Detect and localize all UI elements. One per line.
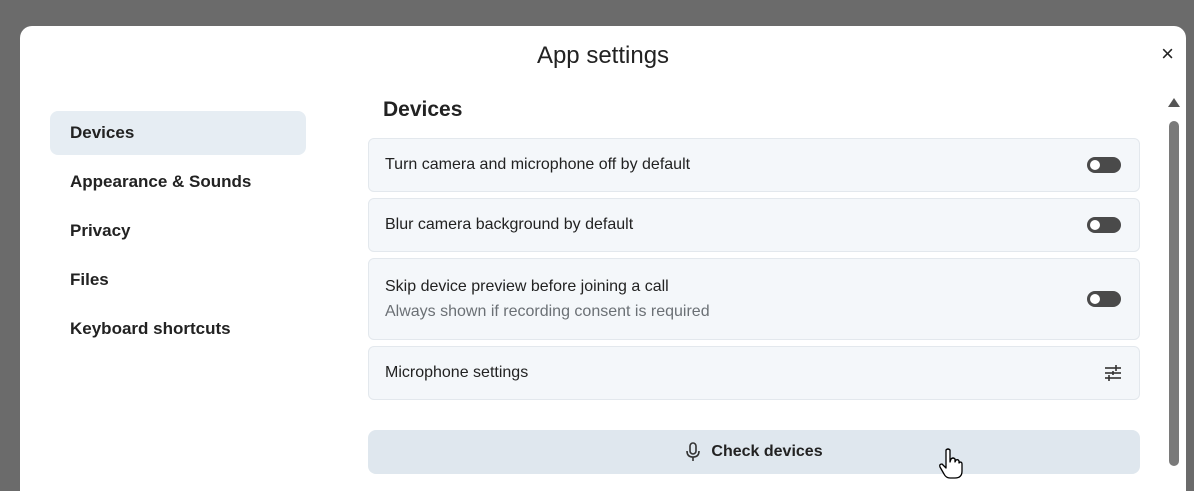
nav-item-privacy[interactable]: Privacy	[50, 209, 306, 253]
tune-icon[interactable]	[1103, 363, 1123, 383]
scroll-up-arrow-icon[interactable]	[1168, 98, 1180, 107]
setting-label: Blur camera background by default	[385, 216, 634, 233]
setting-label: Turn camera and microphone off by defaul…	[385, 156, 691, 173]
setting-blur-background[interactable]: Blur camera background by default	[368, 198, 1140, 252]
dialog-title: App settings	[536, 42, 670, 69]
nav-item-keyboard-shortcuts[interactable]: Keyboard shortcuts	[50, 307, 306, 351]
nav-item-appearance-sounds[interactable]: Appearance & Sounds	[50, 160, 306, 204]
check-devices-button[interactable]: Check devices	[368, 430, 1140, 474]
nav-item-files[interactable]: Files	[50, 258, 306, 302]
setting-sublabel: Always shown if recording consent is req…	[385, 302, 710, 320]
nav-item-devices[interactable]: Devices	[50, 111, 306, 155]
settings-nav: Devices Appearance & Sounds Privacy File…	[50, 111, 306, 356]
setting-skip-preview[interactable]: Skip device preview before joining a cal…	[368, 258, 1140, 340]
hand-pointer-cursor-icon	[939, 448, 963, 479]
skip-preview-toggle[interactable]	[1087, 291, 1121, 307]
scrollbar-thumb[interactable]	[1169, 121, 1179, 466]
camera-mic-off-toggle[interactable]	[1087, 157, 1121, 173]
setting-microphone-settings[interactable]: Microphone settings	[368, 346, 1140, 400]
setting-text: Skip device preview before joining a cal…	[385, 278, 710, 321]
close-icon[interactable]: ×	[1161, 40, 1174, 68]
setting-label: Microphone settings	[385, 364, 529, 381]
check-devices-label: Check devices	[711, 443, 823, 460]
microphone-icon	[686, 442, 701, 461]
section-title: Devices	[383, 98, 463, 121]
devices-panel: Devices Turn camera and microphone off b…	[368, 96, 1140, 474]
app-settings-dialog: App settings × Devices Appearance & Soun…	[20, 26, 1186, 491]
blur-background-toggle[interactable]	[1087, 217, 1121, 233]
setting-label: Skip device preview before joining a cal…	[385, 277, 669, 295]
setting-camera-mic-off[interactable]: Turn camera and microphone off by defaul…	[368, 138, 1140, 192]
